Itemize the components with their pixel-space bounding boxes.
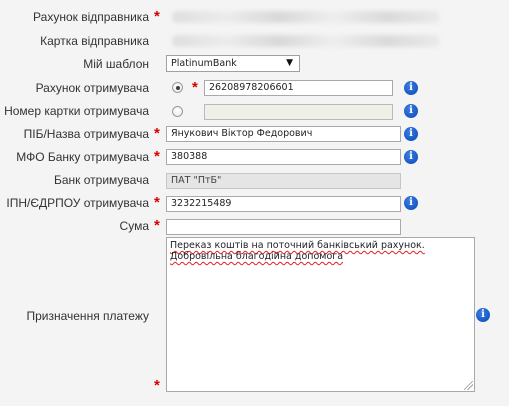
recipient-name-info-icon[interactable]: i: [404, 127, 418, 141]
tax-id-input[interactable]: 3232215489: [166, 196, 401, 212]
resize-grip-icon[interactable]: [464, 381, 473, 390]
recipient-bank-label: Банк отримувача: [53, 173, 149, 187]
bank-mfo-input[interactable]: 380388: [166, 149, 401, 165]
sender-account-required-mark: *: [154, 8, 160, 25]
amount-label: Сума: [119, 219, 149, 233]
bank-mfo-required-mark: *: [154, 148, 160, 165]
recipient-account-info-icon[interactable]: i: [404, 81, 418, 95]
recipient-bank-value: ПАТ "ПтБ": [166, 173, 401, 189]
recipient-card-label: Номер картки отримувача: [4, 104, 149, 118]
chevron-down-icon: ▼: [286, 58, 293, 68]
tax-id-info-icon[interactable]: i: [404, 196, 418, 210]
recipient-card-radio[interactable]: [172, 106, 183, 117]
recipient-name-input[interactable]: Янукович Віктор Федорович: [166, 126, 401, 142]
recipient-account-label: Рахунок отримувача: [35, 81, 149, 95]
purpose-textarea[interactable]: Переказ коштів на поточний банківський р…: [166, 237, 475, 392]
amount-required-mark: *: [154, 217, 160, 234]
template-select[interactable]: PlatinumBank ▼: [166, 55, 300, 72]
tax-id-label: ІПН/ЄДРПОУ отримувача: [6, 196, 149, 210]
sender-account-label: Рахунок відправника: [33, 10, 149, 24]
template-label: Мій шаблон: [83, 57, 149, 71]
bank-mfo-label: МФО Банку отримувача: [16, 150, 149, 164]
purpose-text: Переказ коштів на поточний банківський р…: [170, 240, 425, 262]
radio-selected-dot: [175, 85, 180, 90]
sender-card-value-blurred[interactable]: [172, 35, 440, 47]
recipient-name-label: ПІБ/Назва отримувача: [23, 127, 149, 141]
recipient-name-required-mark: *: [154, 125, 160, 142]
recipient-card-input[interactable]: [204, 104, 393, 120]
sender-card-label: Картка відправника: [40, 34, 149, 48]
recipient-account-radio[interactable]: [172, 82, 183, 93]
purpose-label: Призначення платежу: [26, 309, 149, 323]
tax-id-required-mark: *: [154, 194, 160, 211]
sender-account-value-blurred[interactable]: [172, 11, 440, 23]
recipient-account-required-mark: *: [192, 79, 198, 96]
bank-mfo-info-icon[interactable]: i: [404, 150, 418, 164]
purpose-info-icon[interactable]: i: [476, 308, 490, 322]
amount-input[interactable]: [166, 219, 401, 235]
recipient-account-input[interactable]: 26208978206601: [204, 80, 393, 96]
recipient-card-info-icon[interactable]: i: [404, 104, 418, 118]
purpose-required-mark: *: [154, 377, 160, 394]
template-select-value: PlatinumBank: [171, 58, 237, 69]
